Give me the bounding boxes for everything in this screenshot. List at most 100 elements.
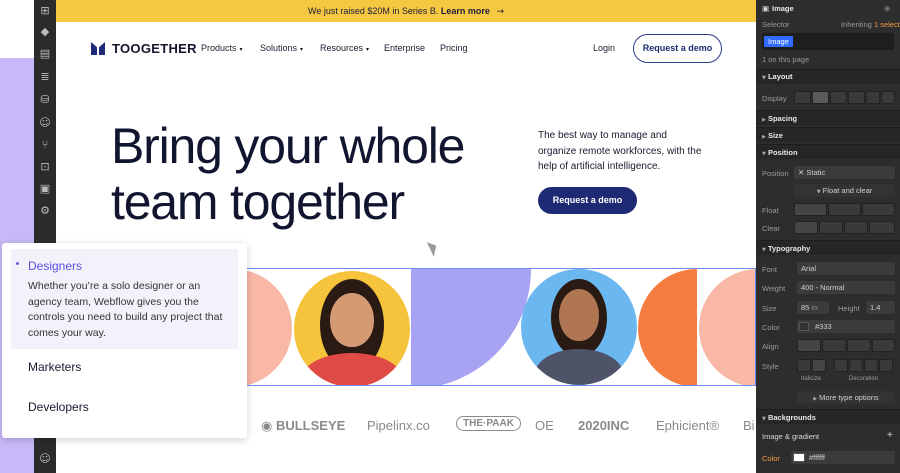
nav-item-pricing[interactable]: Pricing	[440, 43, 468, 53]
nav-item-resources[interactable]: Resources ▾	[320, 43, 369, 53]
text-color-input[interactable]: #333	[797, 320, 895, 333]
banner-link[interactable]: Learn more	[441, 6, 490, 16]
font-select[interactable]: Arial	[797, 262, 895, 275]
panel-help-icon[interactable]: ⊕	[884, 4, 890, 13]
pages-icon[interactable]: ▤	[38, 47, 52, 61]
ecommerce-icon[interactable]: ⊡	[38, 160, 52, 174]
clear-none-button[interactable]	[794, 221, 818, 234]
float-left-button[interactable]	[828, 203, 861, 216]
float-label: Float	[762, 206, 779, 215]
on-page-count: 1 on this page	[762, 55, 810, 64]
clear-left-button[interactable]	[819, 221, 843, 234]
display-grid-button[interactable]	[830, 91, 847, 104]
clear-both-button[interactable]	[869, 221, 895, 234]
font-label: Font	[762, 265, 778, 274]
team-image-strip[interactable]	[233, 268, 756, 386]
target-icon: ◉	[261, 419, 273, 434]
logo-partial: Bi	[743, 418, 755, 433]
decoration-caption: Decoration	[849, 376, 879, 382]
collaborators-icon[interactable]: ☺	[38, 452, 52, 466]
section-backgrounds[interactable]: ▼ Backgrounds	[762, 413, 816, 422]
purple-half-circle	[411, 269, 531, 385]
announcement-banner: We just raised $20M in Series B. Learn m…	[56, 0, 756, 22]
float-none-button[interactable]	[794, 203, 827, 216]
bg-color-input[interactable]: #ffffff	[791, 451, 895, 464]
settings-icon[interactable]: ⚙	[38, 204, 52, 218]
color-label: Color	[762, 323, 780, 332]
chevron-down-icon: ▾	[366, 46, 370, 53]
float-clear-toggle[interactable]: ▼ Float and clear	[794, 184, 895, 197]
hero-request-demo-button[interactable]: Request a demo	[538, 187, 637, 214]
logo-bullseye: ◉ BULLSEYE	[261, 418, 346, 434]
active-bullet-icon	[16, 262, 19, 265]
section-position[interactable]: ▼ Position	[762, 148, 798, 157]
size-label: Size	[762, 304, 777, 313]
add-icon[interactable]: ⊞	[38, 4, 52, 18]
display-block-button[interactable]	[794, 91, 811, 104]
section-layout[interactable]: ▼ Layout	[762, 72, 793, 81]
tab-designers[interactable]: Designers	[28, 259, 82, 273]
clear-label: Clear	[762, 224, 780, 233]
banner-text: We just raised $20M in Series B.	[308, 6, 439, 16]
image-element-icon: ▣	[762, 4, 770, 13]
navigator-icon[interactable]: ≣	[38, 70, 52, 84]
overline-button[interactable]	[879, 359, 893, 372]
selector-chip[interactable]: Image	[764, 36, 793, 47]
underline-button[interactable]	[864, 359, 878, 372]
arrow-right-icon: →	[496, 7, 504, 17]
align-left-button[interactable]	[797, 339, 821, 352]
display-none-button[interactable]	[881, 91, 895, 104]
align-justify-button[interactable]	[872, 339, 895, 352]
tab-designers-body: Whether you’re a solo designer or an age…	[28, 280, 223, 339]
element-name: Image	[772, 4, 794, 13]
mouse-cursor-icon	[426, 239, 441, 257]
strikethrough-button[interactable]	[849, 359, 863, 372]
nav-item-products[interactable]: Products ▾	[201, 43, 243, 53]
more-type-options-toggle[interactable]: ▶ More type options	[797, 391, 895, 404]
close-icon: ✕	[798, 168, 805, 177]
align-center-button[interactable]	[822, 339, 846, 352]
align-label: Align	[762, 342, 779, 351]
font-size-input[interactable]: 85 PX	[797, 301, 829, 314]
display-inline-block-button[interactable]	[848, 91, 865, 104]
login-link[interactable]: Login	[593, 43, 615, 53]
line-height-input[interactable]: 1.4	[866, 301, 895, 314]
weight-select[interactable]: 400 - Normal	[797, 281, 895, 294]
tab-developers[interactable]: Developers	[28, 400, 89, 414]
box-icon[interactable]: ◆	[38, 25, 52, 39]
add-background-icon[interactable]: +	[887, 430, 893, 441]
hero-title: Bring your whole team together	[111, 118, 465, 230]
align-right-button[interactable]	[847, 339, 871, 352]
tab-marketers[interactable]: Marketers	[28, 360, 81, 374]
bg-color-swatch[interactable]	[793, 453, 805, 462]
bg-color-label: Color	[762, 454, 780, 463]
clear-right-button[interactable]	[844, 221, 868, 234]
logic-icon[interactable]: ⑂	[38, 138, 52, 152]
logo-oe: OE	[535, 418, 554, 433]
nav-item-enterprise[interactable]: Enterprise	[384, 43, 425, 53]
hero-description: The best way to manage and organize remo…	[538, 130, 702, 172]
brand-logo[interactable]: TOOGETHER	[91, 41, 197, 56]
display-inline-button[interactable]	[866, 91, 880, 104]
display-label: Display	[762, 94, 787, 103]
color-swatch[interactable]	[799, 322, 809, 331]
assets-icon[interactable]: ▣	[38, 182, 52, 196]
section-typography[interactable]: ▼ Typography	[762, 244, 810, 253]
section-spacing[interactable]: ▶ Spacing	[762, 114, 797, 123]
decoration-none-button[interactable]	[834, 359, 848, 372]
users-icon[interactable]: ☺	[38, 116, 52, 130]
line-height-label: Height	[838, 304, 860, 313]
display-flex-button[interactable]	[812, 91, 829, 104]
italic-on-button[interactable]	[812, 359, 826, 372]
cms-icon[interactable]: ⛁	[38, 93, 52, 107]
nav-item-solutions[interactable]: Solutions ▾	[260, 43, 303, 53]
site-nav: TOOGETHER Products ▾ Solutions ▾ Resources…	[56, 22, 756, 76]
selector-label: Selector	[762, 20, 790, 29]
inheriting-label: Inheriting 1 selector	[841, 20, 900, 29]
italic-off-button[interactable]	[797, 359, 811, 372]
position-select[interactable]: ✕ Static	[794, 166, 895, 179]
logo-ephicient: Ephicient®	[656, 418, 720, 433]
section-size[interactable]: ▶ Size	[762, 131, 783, 140]
nav-request-demo-button[interactable]: Request a demo	[633, 34, 722, 63]
float-right-button[interactable]	[862, 203, 895, 216]
